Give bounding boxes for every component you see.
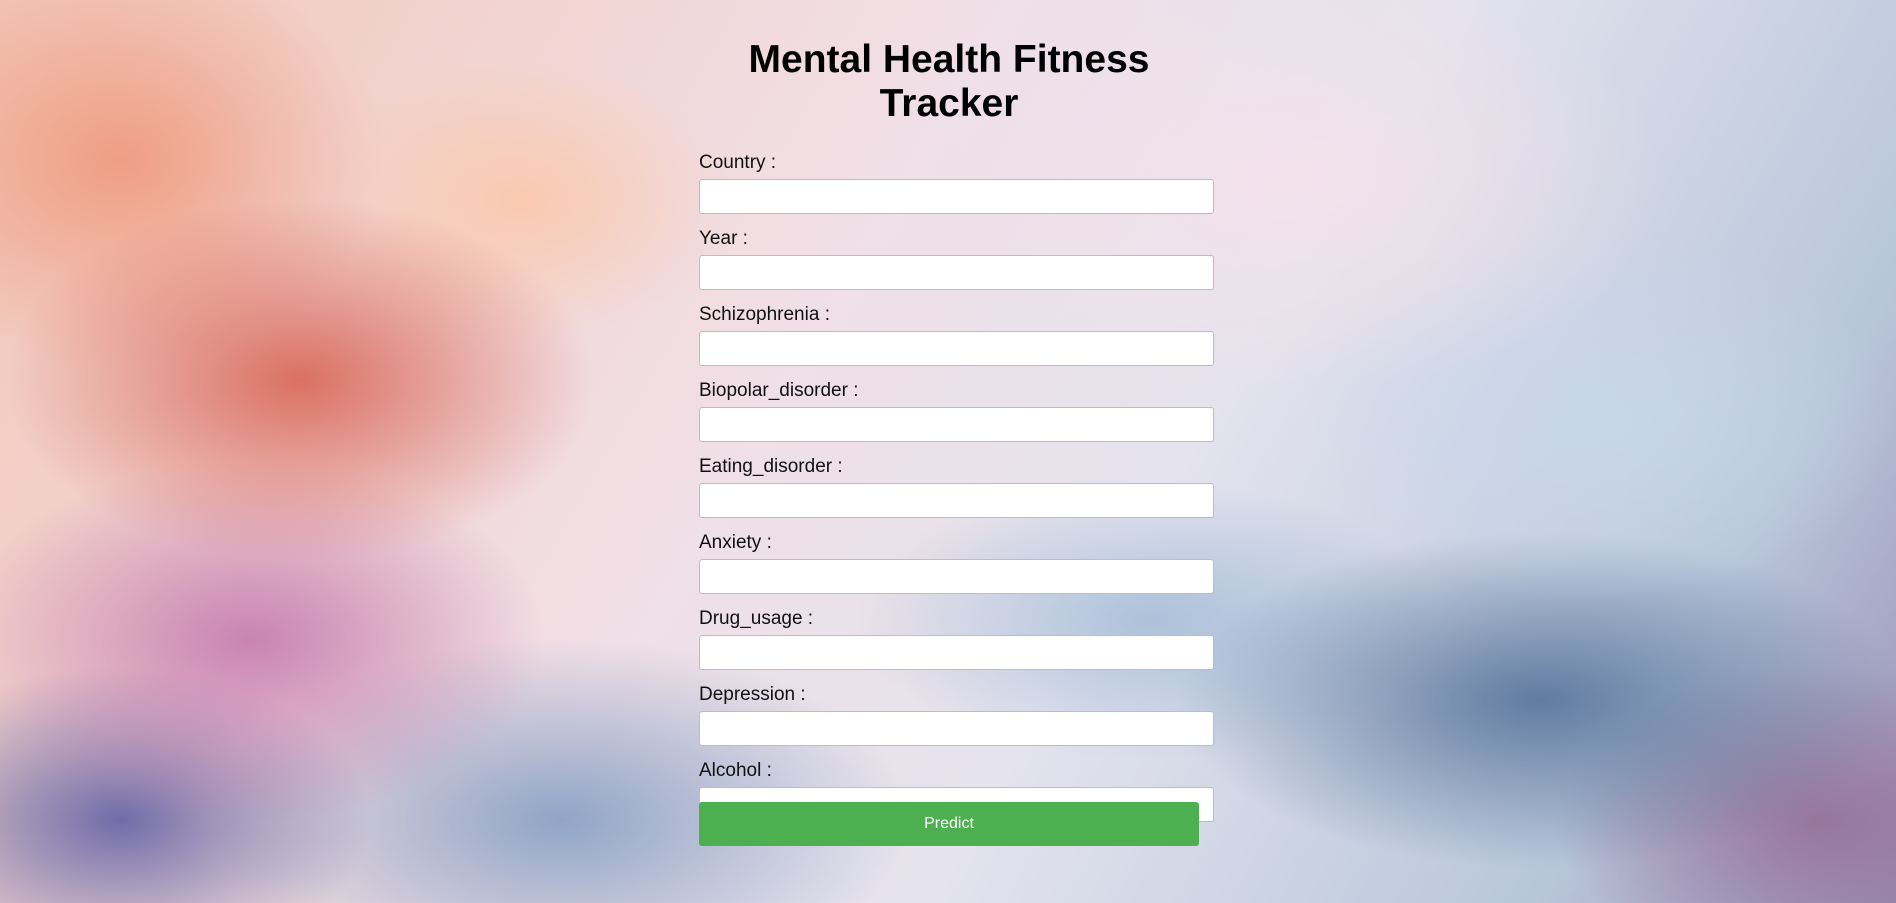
eating-disorder-label: Eating_disorder : xyxy=(699,456,843,477)
field-drug-usage: Drug_usage : xyxy=(699,608,1214,684)
country-input[interactable] xyxy=(699,179,1214,214)
eating-disorder-input[interactable] xyxy=(699,483,1214,518)
alcohol-label: Alcohol : xyxy=(699,760,772,781)
depression-label: Depression : xyxy=(699,684,806,705)
drug-usage-input[interactable] xyxy=(699,635,1214,670)
field-year: Year : xyxy=(699,228,1214,304)
biopolar-disorder-input[interactable] xyxy=(699,407,1214,442)
schizophrenia-label: Schizophrenia : xyxy=(699,304,830,325)
year-label: Year : xyxy=(699,228,748,249)
prediction-form: Country : Year : Schizophrenia : Biopola… xyxy=(699,152,1214,846)
biopolar-disorder-label: Biopolar_disorder : xyxy=(699,380,859,401)
year-input[interactable] xyxy=(699,255,1214,290)
field-depression: Depression : xyxy=(699,684,1214,760)
schizophrenia-input[interactable] xyxy=(699,331,1214,366)
field-schizophrenia: Schizophrenia : xyxy=(699,304,1214,380)
anxiety-label: Anxiety : xyxy=(699,532,772,553)
predict-button[interactable]: Predict xyxy=(699,802,1199,846)
depression-input[interactable] xyxy=(699,711,1214,746)
drug-usage-label: Drug_usage : xyxy=(699,608,814,629)
field-anxiety: Anxiety : xyxy=(699,532,1214,608)
page-title: Mental Health Fitness Tracker xyxy=(748,38,1150,125)
field-biopolar-disorder: Biopolar_disorder : xyxy=(699,380,1214,456)
prediction-form-container: Mental Health Fitness Tracker Country : … xyxy=(699,38,1214,846)
country-label: Country : xyxy=(699,152,777,173)
anxiety-input[interactable] xyxy=(699,559,1214,594)
field-eating-disorder: Eating_disorder : xyxy=(699,456,1214,532)
field-country: Country : xyxy=(699,152,1214,228)
